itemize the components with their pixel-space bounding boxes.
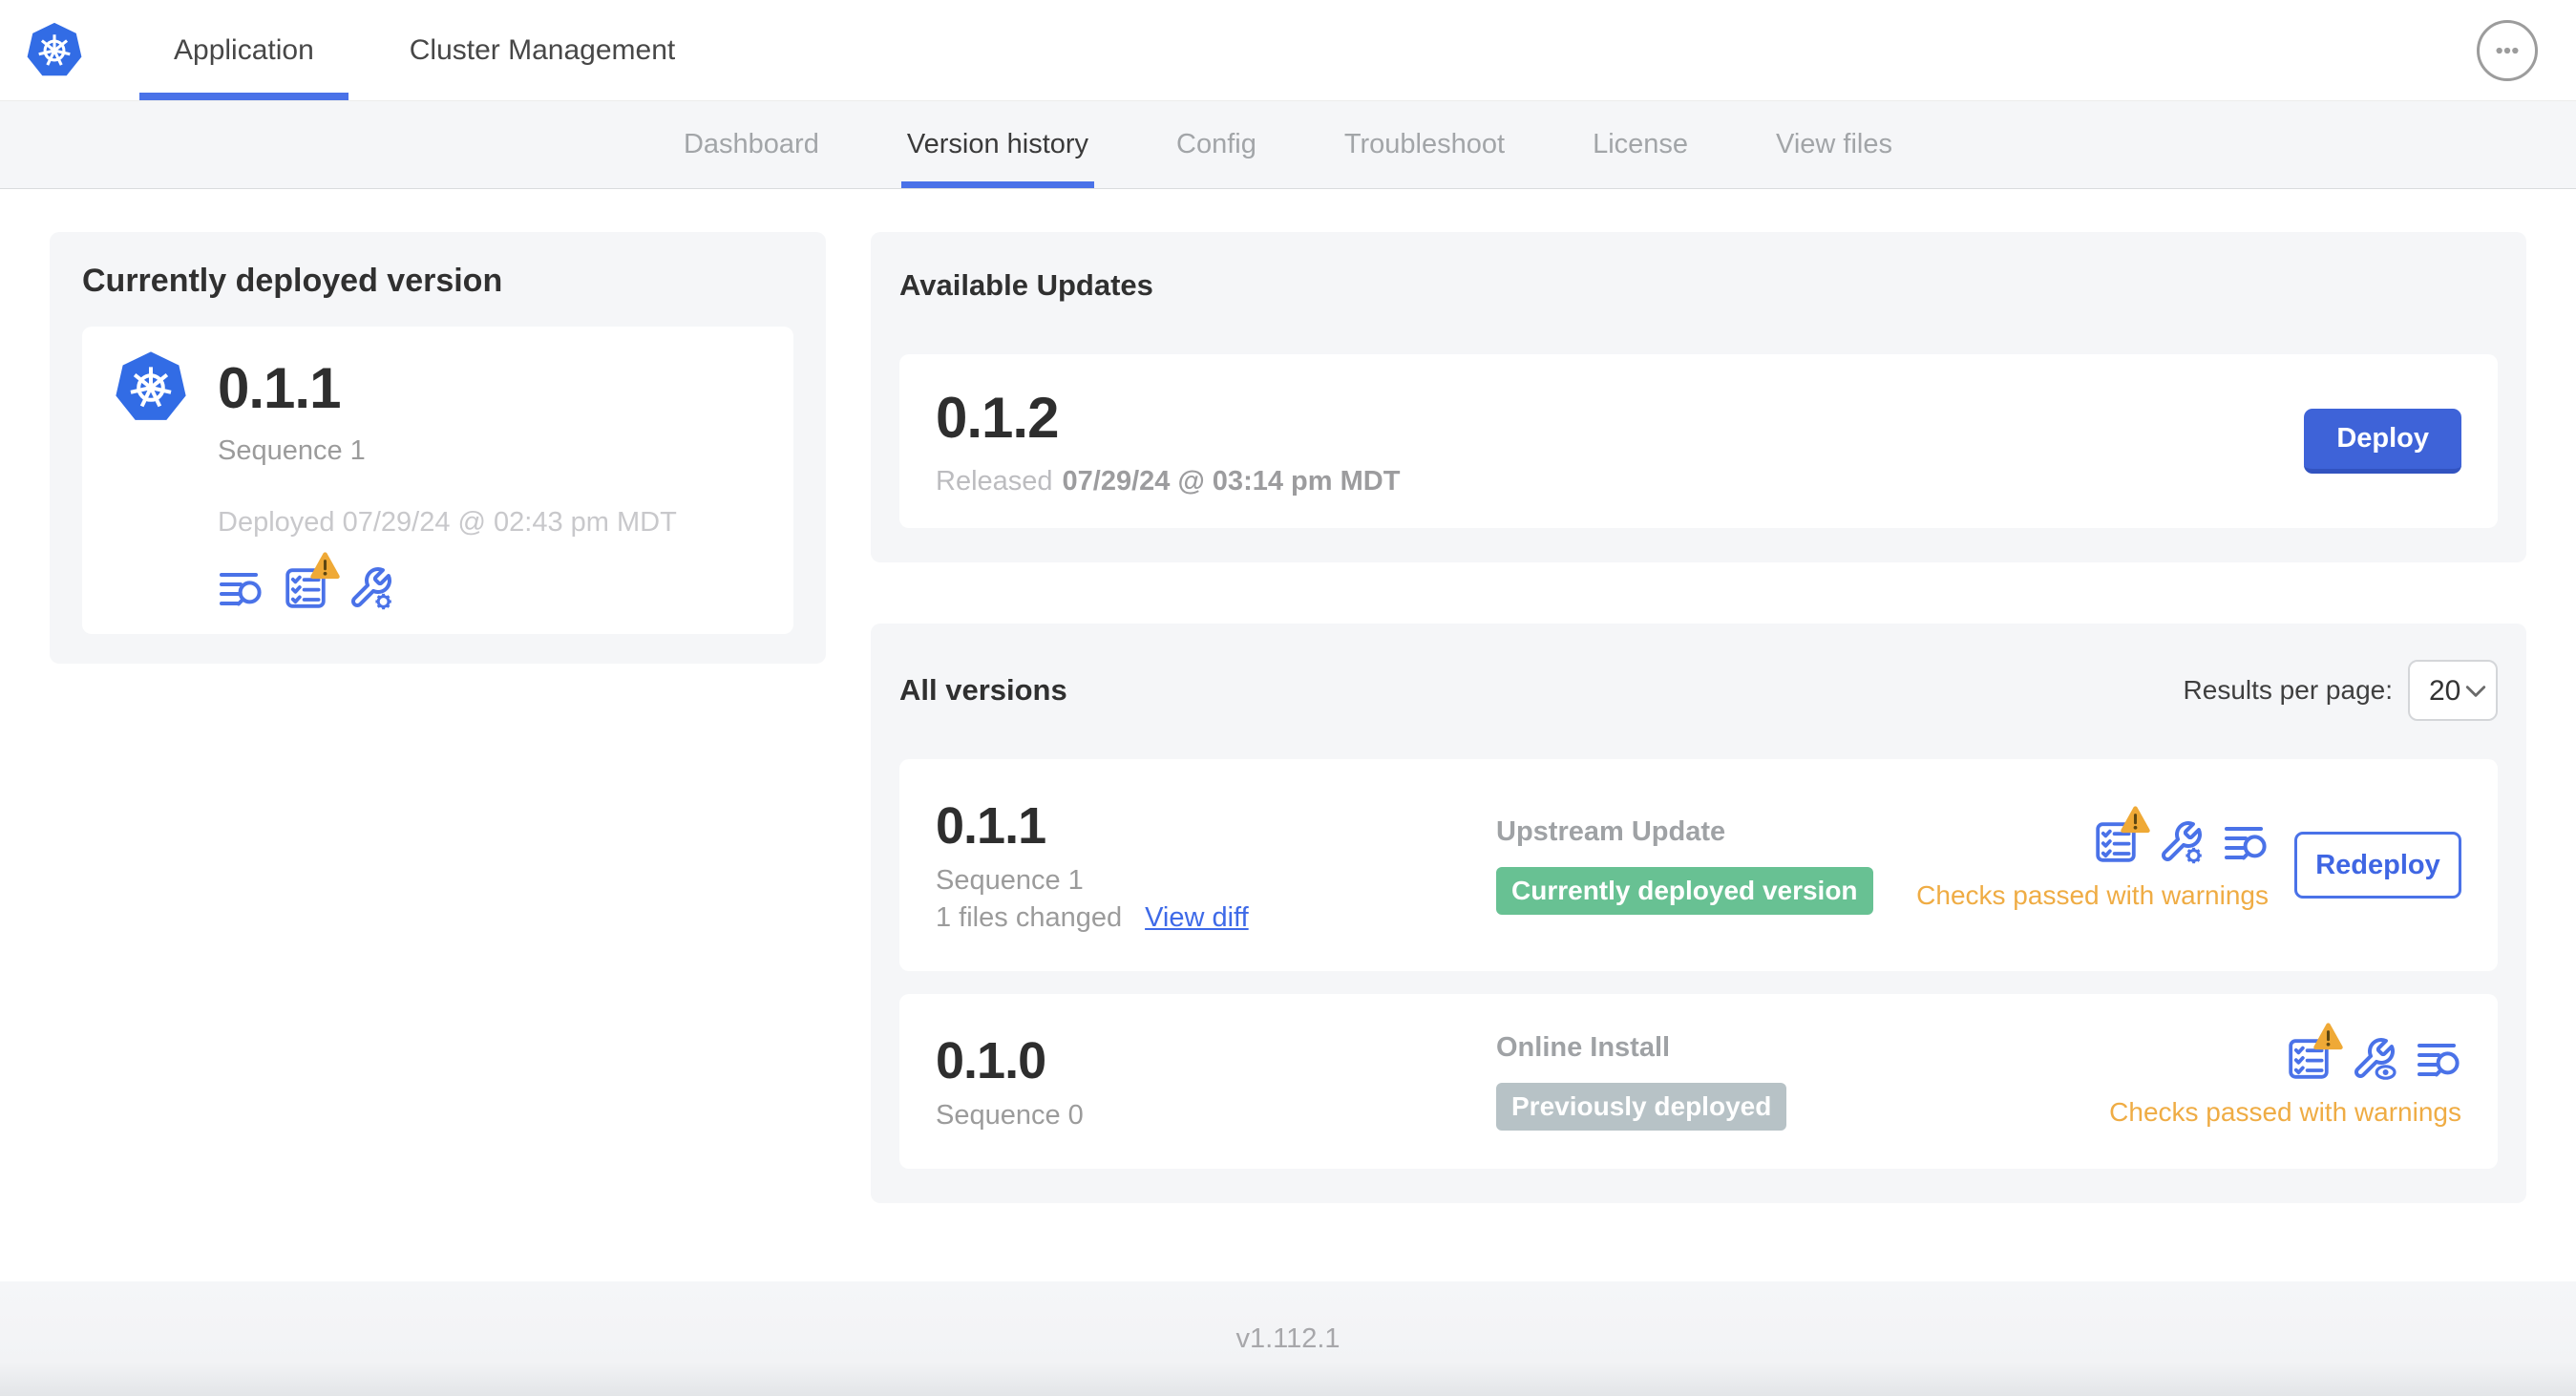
release-notes-button[interactable]	[2416, 1036, 2461, 1082]
warning-triangle-icon	[2312, 1021, 2345, 1051]
tab-cluster-management-label: Cluster Management	[409, 33, 676, 66]
admin-console: Application Cluster Management Dashboard…	[0, 0, 2576, 1396]
update-card: 0.1.2 Released 07/29/24 @ 03:14 pm MDT De…	[899, 354, 2498, 528]
released-label: Released	[936, 466, 1053, 497]
redeploy-button[interactable]: Redeploy	[2294, 832, 2461, 899]
status-badge: Currently deployed version	[1496, 866, 1873, 915]
files-changed-label: 1 files changed	[936, 902, 1123, 933]
tab-version-history[interactable]: Version history	[863, 101, 1132, 188]
version-source-label: Online Install	[1496, 1032, 1671, 1063]
release-notes-icon	[2223, 819, 2269, 865]
right-column: Available Updates 0.1.2 Released 07/29/24…	[871, 232, 2526, 1281]
all-versions-title: All versions	[899, 673, 1067, 707]
config-wrench-gear-icon	[2158, 819, 2204, 865]
tab-cluster-management[interactable]: Cluster Management	[375, 0, 709, 100]
deployed-timestamp: Deployed 07/29/24 @ 02:43 pm MDT	[218, 507, 677, 538]
status-badge: Previously deployed	[1496, 1083, 1787, 1131]
tab-application[interactable]: Application	[139, 0, 348, 100]
tab-application-label: Application	[174, 33, 314, 66]
deployed-sequence: Sequence 1	[218, 435, 366, 466]
version-row-0-1-1: 0.1.1 Sequence 1 1 files changed View di…	[899, 759, 2498, 971]
results-per-page-select[interactable]: 20	[2408, 660, 2498, 721]
currently-deployed-card: Currently deployed version 0.1.1 Sequenc…	[50, 232, 826, 664]
view-config-button[interactable]	[2351, 1036, 2397, 1082]
config-wrench-gear-icon	[348, 565, 393, 611]
deployed-version-number: 0.1.1	[218, 355, 341, 420]
warning-triangle-icon	[308, 550, 342, 581]
edit-config-button[interactable]	[348, 565, 393, 611]
view-diff-link[interactable]: View diff	[1145, 902, 1249, 934]
app-tabs: Application Cluster Management	[139, 0, 736, 100]
kubernetes-logo	[25, 21, 84, 80]
kubernetes-app-icon	[113, 349, 189, 426]
preflight-checks-button[interactable]	[283, 565, 328, 611]
currently-deployed-title: Currently deployed version	[82, 263, 503, 299]
edit-config-button[interactable]	[2158, 819, 2204, 865]
tab-view-files[interactable]: View files	[1732, 101, 1936, 188]
preflight-checks-button[interactable]	[2286, 1036, 2332, 1082]
tab-config[interactable]: Config	[1132, 101, 1300, 188]
all-versions-section: All versions Results per page: 20 0.1.1 …	[871, 624, 2526, 1203]
tab-license[interactable]: License	[1549, 101, 1732, 188]
deploy-button[interactable]: Deploy	[2304, 409, 2461, 474]
release-notes-button[interactable]	[218, 565, 264, 611]
available-updates-section: Available Updates 0.1.2 Released 07/29/24…	[871, 232, 2526, 562]
row-version-number: 0.1.0	[936, 1032, 1046, 1089]
app-build-version: v1.112.1	[1235, 1322, 1341, 1354]
deployed-version-tile: 0.1.1 Sequence 1 Deployed 07/29/24 @ 02:…	[82, 327, 793, 634]
row-sequence: Sequence 0	[936, 1100, 1084, 1131]
main-content: Currently deployed version 0.1.1 Sequenc…	[0, 189, 2576, 1281]
tab-dashboard[interactable]: Dashboard	[640, 101, 863, 188]
top-navbar: Application Cluster Management	[0, 0, 2576, 101]
results-per-page-label: Results per page:	[2183, 675, 2393, 705]
section-tabs: Dashboard Version history Config Trouble…	[0, 101, 2576, 189]
preflight-checks-button[interactable]	[2093, 819, 2139, 865]
tab-troubleshoot[interactable]: Troubleshoot	[1300, 101, 1549, 188]
row-version-number: 0.1.1	[936, 797, 1046, 855]
more-menu-button[interactable]	[2477, 19, 2538, 81]
release-notes-icon	[218, 565, 264, 611]
release-notes-button[interactable]	[2223, 819, 2269, 865]
row-sequence: Sequence 1	[936, 865, 1084, 896]
version-row-0-1-0: 0.1.0 Sequence 0 Online Install Previous…	[899, 994, 2498, 1169]
update-version-number: 0.1.2	[936, 386, 1059, 450]
ellipsis-icon	[2488, 32, 2526, 70]
checks-status-text: Checks passed with warnings	[2109, 1096, 2461, 1127]
released-date: 07/29/24 @ 03:14 pm MDT	[1062, 466, 1401, 497]
warning-triangle-icon	[2119, 804, 2152, 835]
config-wrench-eye-icon	[2351, 1036, 2397, 1082]
available-updates-title: Available Updates	[899, 268, 1153, 302]
checks-status-text: Checks passed with warnings	[1916, 880, 2269, 910]
footer: v1.112.1	[0, 1281, 2576, 1396]
release-notes-icon	[2416, 1036, 2461, 1082]
version-source-label: Upstream Update	[1496, 815, 1726, 847]
